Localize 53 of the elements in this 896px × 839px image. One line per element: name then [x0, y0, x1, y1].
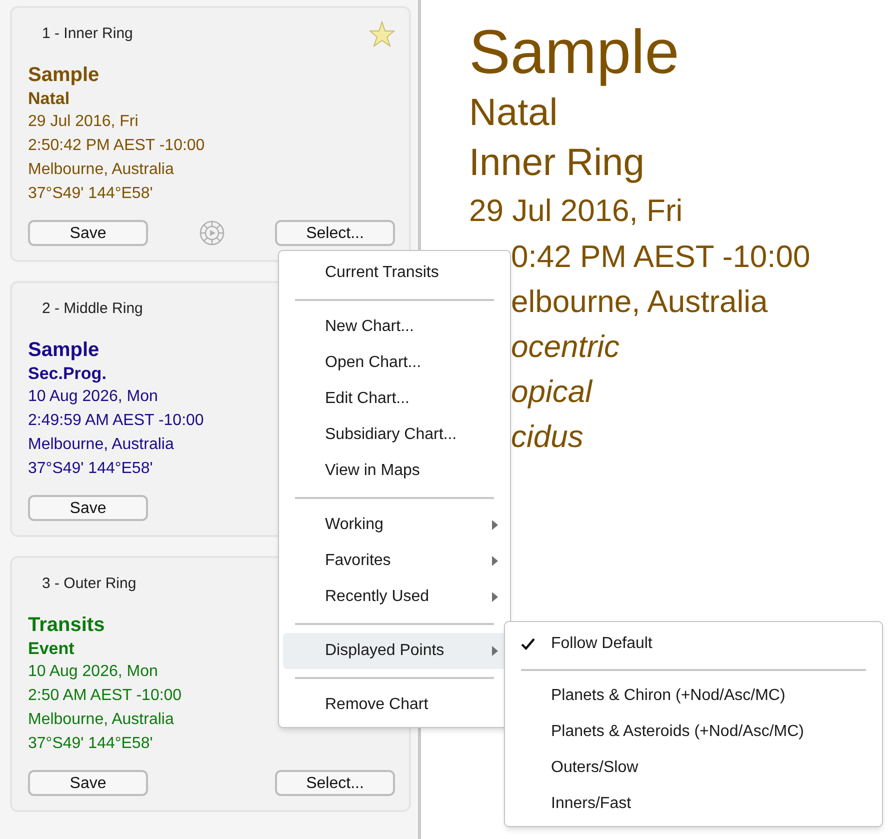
card-button[interactable]: Select...	[275, 770, 395, 796]
chart-detail: 2:50 AM AEST -10:00	[28, 686, 182, 706]
chart-info-text: Inner Ring	[469, 141, 646, 186]
chart-detail: 2:50:42 PM AEST -10:00	[28, 136, 205, 156]
chart-info-text: cidus	[510, 418, 584, 456]
chart-detail: 10 Aug 2026, Mon	[28, 662, 158, 682]
chart-name: Transits	[28, 613, 105, 638]
card-button[interactable]: Select...	[275, 220, 395, 246]
menu-item[interactable]: Planets & Asteroids (+Nod/Asc/MC)	[509, 714, 878, 750]
menu-item[interactable]: Displayed Points	[283, 633, 506, 669]
chart-info-text: opical	[510, 373, 594, 411]
card-header: 3 - Outer Ring	[42, 574, 136, 594]
chart-name: Sample	[28, 63, 100, 88]
chart-info-text: Natal	[469, 91, 559, 136]
menu-item[interactable]: View in Maps	[283, 453, 506, 489]
star-icon[interactable]	[369, 21, 395, 47]
chart-detail: Melbourne, Australia	[28, 710, 174, 730]
chart-info-text: elbourne, Australia	[510, 283, 769, 321]
chart-type: Event	[28, 638, 74, 660]
chart-detail: 37°S49' 144°E58'	[28, 459, 153, 479]
card-header: 2 - Middle Ring	[42, 298, 143, 319]
chart-type: Natal	[28, 88, 70, 110]
chart-info-text: ocentric	[510, 328, 621, 366]
chart-name: Sample	[28, 338, 100, 363]
menu-item[interactable]: New Chart...	[283, 309, 506, 345]
menu-item[interactable]: Working	[283, 507, 506, 543]
menu-item[interactable]: Remove Chart	[283, 687, 506, 723]
card-button[interactable]: Save	[28, 220, 148, 246]
menu-item[interactable]: Open Chart...	[283, 345, 506, 381]
menu-item[interactable]: Current Transits	[283, 255, 506, 291]
chart-detail: 37°S49' 144°E58'	[28, 734, 153, 754]
chart-detail: 2:49:59 AM AEST -10:00	[28, 411, 204, 431]
menu-item[interactable]: Inners/Fast	[509, 786, 878, 822]
chart-detail: 37°S49' 144°E58'	[28, 184, 153, 204]
menu-item[interactable]: Favorites	[283, 543, 506, 579]
menu-item[interactable]: Subsidiary Chart...	[283, 417, 506, 453]
menu-item[interactable]: Follow Default	[509, 626, 878, 662]
card-button[interactable]: Save	[28, 495, 148, 521]
chart-detail: 29 Jul 2016, Fri	[28, 112, 138, 132]
menu-item[interactable]: Outers/Slow	[509, 750, 878, 786]
card-header: 1 - Inner Ring	[42, 24, 133, 44]
chart-detail: Melbourne, Australia	[28, 160, 174, 180]
chart-info-text: 0:42 PM AEST -10:00	[510, 238, 812, 276]
menu-item[interactable]: Edit Chart...	[283, 381, 506, 417]
chart-info-text: 29 Jul 2016, Fri	[469, 192, 684, 230]
card-button[interactable]: Save	[28, 770, 148, 796]
wheel-icon[interactable]	[198, 220, 224, 246]
chart-detail: Melbourne, Australia	[28, 435, 174, 455]
chart-type: Sec.Prog.	[28, 363, 106, 385]
menu-item[interactable]: Planets & Chiron (+Nod/Asc/MC)	[509, 678, 878, 714]
chart-info-text: Sample	[469, 18, 680, 88]
menu-item[interactable]: Recently Used	[283, 579, 506, 615]
chart-detail: 10 Aug 2026, Mon	[28, 387, 158, 407]
